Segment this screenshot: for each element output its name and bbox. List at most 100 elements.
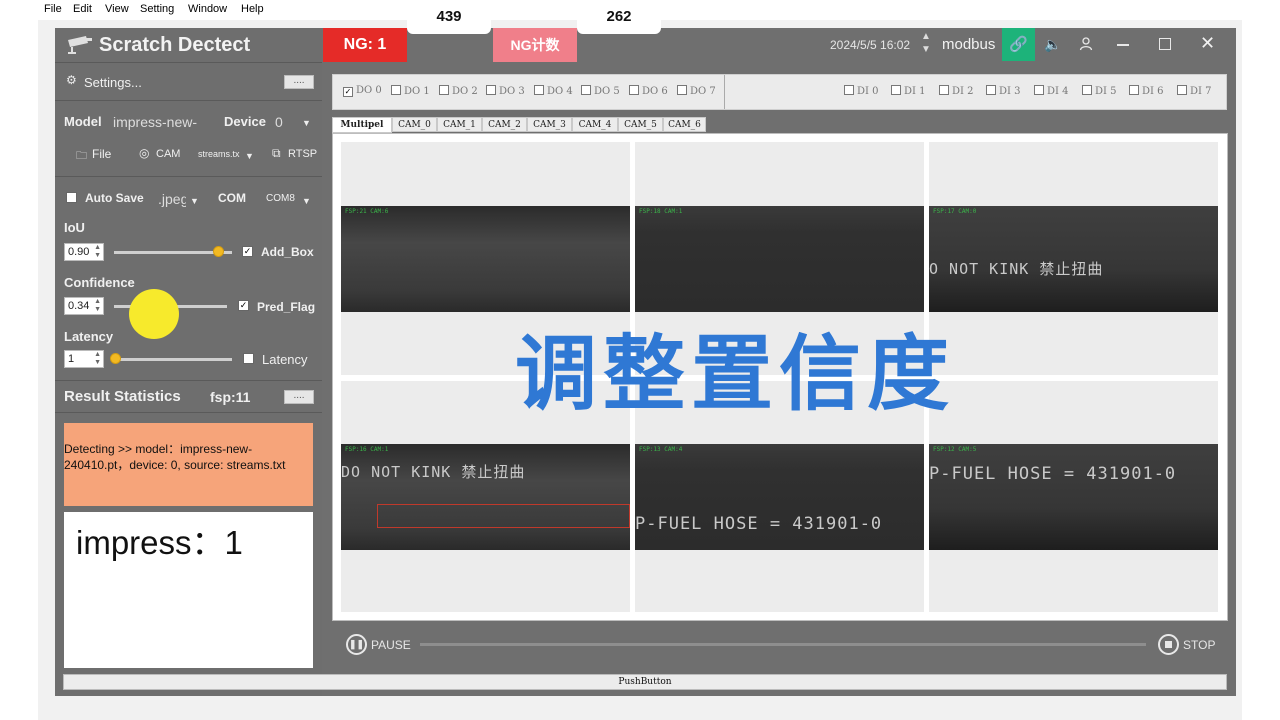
- tab-cam_1[interactable]: CAM_1: [437, 117, 482, 132]
- user-icon[interactable]: [1079, 37, 1093, 51]
- minimize-icon[interactable]: [1117, 44, 1129, 46]
- di-checkbox-1[interactable]: DI 1: [891, 85, 926, 97]
- checkbox-icon[interactable]: [534, 85, 544, 95]
- menu-help[interactable]: Help: [241, 3, 264, 15]
- chevron-down-icon[interactable]: ▼: [190, 196, 199, 206]
- divider: [55, 100, 322, 101]
- checkbox-icon[interactable]: [439, 85, 449, 95]
- latency-slider-track[interactable]: [114, 358, 232, 361]
- spin-arrows-icon[interactable]: ▲ ▼: [94, 298, 101, 314]
- do-checkbox-5[interactable]: DO 5: [581, 85, 620, 97]
- pred-flag-checkbox[interactable]: ✓: [238, 300, 249, 311]
- link-icon[interactable]: 🔗: [1002, 28, 1035, 61]
- stats-more-button[interactable]: ....: [284, 390, 314, 404]
- di-checkbox-7[interactable]: DI 7: [1177, 85, 1212, 97]
- checkbox-icon[interactable]: [939, 85, 949, 95]
- checkbox-icon[interactable]: [844, 85, 854, 95]
- latency-spinbox[interactable]: 1 ▲ ▼: [64, 350, 104, 368]
- di-checkbox-0[interactable]: DI 0: [844, 85, 879, 97]
- do-checkbox-0[interactable]: ✓ DO 0: [343, 85, 382, 97]
- di-checkbox-6[interactable]: DI 6: [1129, 85, 1164, 97]
- menu-window[interactable]: Window: [188, 3, 227, 15]
- latency-slider-handle[interactable]: [110, 353, 121, 364]
- status-message: Detecting >> model：impress-new-240410.pt…: [64, 423, 313, 506]
- streams-select[interactable]: streams.tx: [198, 149, 242, 159]
- auto-save-checkbox[interactable]: [66, 192, 77, 203]
- confidence-label: Confidence: [64, 275, 135, 290]
- do-checkbox-3[interactable]: DO 3: [486, 85, 525, 97]
- cam-source-button[interactable]: CAM: [156, 148, 180, 160]
- add-box-label: Add_Box: [261, 245, 314, 259]
- do-checkbox-1[interactable]: DO 1: [391, 85, 430, 97]
- restore-icon[interactable]: [1159, 38, 1171, 50]
- latency-checkbox[interactable]: [243, 353, 254, 364]
- pred-flag-label: Pred_Flag: [257, 300, 316, 314]
- checkbox-icon[interactable]: ✓: [343, 87, 353, 97]
- checkbox-icon[interactable]: [986, 85, 996, 95]
- progress-track[interactable]: [420, 643, 1146, 646]
- tab-cam_4[interactable]: CAM_4: [572, 117, 618, 132]
- camera-feed: FSP:12 CAM:5 P-FUEL HOSE = 431901-0: [929, 444, 1218, 550]
- chevron-down-icon[interactable]: ▼: [245, 151, 254, 161]
- stop-icon[interactable]: [1158, 634, 1179, 655]
- menu-setting[interactable]: Setting: [140, 3, 174, 15]
- camera-hud: FSP:18 CAM:1: [639, 208, 683, 215]
- iou-slider-handle[interactable]: [213, 246, 224, 257]
- menu-file[interactable]: File: [44, 3, 62, 15]
- tab-cam_5[interactable]: CAM_5: [618, 117, 663, 132]
- com-select[interactable]: COM8: [266, 193, 295, 204]
- add-box-checkbox[interactable]: ✓: [242, 246, 253, 257]
- tab-cam_6[interactable]: CAM_6: [663, 117, 706, 132]
- stop-button[interactable]: STOP: [1183, 638, 1215, 652]
- model-select[interactable]: impress-new-: [113, 114, 197, 130]
- checkbox-icon[interactable]: [1034, 85, 1044, 95]
- do-checkbox-7[interactable]: DO 7: [677, 85, 716, 97]
- iou-spinbox[interactable]: 0.90 ▲ ▼: [64, 243, 104, 261]
- checkbox-icon[interactable]: [391, 85, 401, 95]
- pause-icon[interactable]: ❚❚: [346, 634, 367, 655]
- tab-cam_0[interactable]: CAM_0: [392, 117, 437, 132]
- device-select[interactable]: 0: [275, 114, 283, 130]
- checkbox-icon[interactable]: [1129, 85, 1139, 95]
- format-select[interactable]: .jpeg: [158, 191, 186, 207]
- do-checkbox-6[interactable]: DO 6: [629, 85, 668, 97]
- divider: [55, 412, 322, 413]
- tab-multipel[interactable]: Multipel: [332, 117, 392, 133]
- tab-cam_2[interactable]: CAM_2: [482, 117, 527, 132]
- io-bar: ✓ DO 0 DO 1 DO 2 DO 3 DO 4 DO 5 DO 6 DO 7 DI 0 DI …: [332, 74, 1227, 110]
- confidence-spinbox[interactable]: 0.34 ▲ ▼: [64, 297, 104, 315]
- latency-value: 1: [68, 353, 75, 365]
- file-source-button[interactable]: File: [92, 147, 111, 161]
- di-checkbox-3[interactable]: DI 3: [986, 85, 1021, 97]
- settings-label[interactable]: Settings...: [84, 75, 142, 90]
- checkbox-icon[interactable]: [1082, 85, 1092, 95]
- menu-edit[interactable]: Edit: [73, 3, 92, 15]
- di-checkbox-5[interactable]: DI 5: [1082, 85, 1117, 97]
- push-button[interactable]: PushButton: [63, 674, 1227, 690]
- divider: [55, 62, 322, 63]
- settings-more-button[interactable]: ....: [284, 75, 314, 89]
- chevron-down-icon[interactable]: ▼: [302, 196, 311, 206]
- cursor-highlight: [129, 289, 179, 339]
- di-checkbox-2[interactable]: DI 2: [939, 85, 974, 97]
- speaker-icon[interactable]: 🔈: [1044, 36, 1061, 53]
- chevron-down-icon[interactable]: ▼: [302, 118, 311, 128]
- tab-cam_3[interactable]: CAM_3: [527, 117, 572, 132]
- do-checkbox-4[interactable]: DO 4: [534, 85, 573, 97]
- close-icon[interactable]: ✕: [1200, 33, 1215, 54]
- do-checkbox-2[interactable]: DO 2: [439, 85, 478, 97]
- sort-arrows-icon[interactable]: ▲ ▼: [921, 30, 931, 56]
- checkbox-icon[interactable]: [891, 85, 901, 95]
- pause-button[interactable]: PAUSE: [371, 638, 411, 652]
- di-checkbox-4[interactable]: DI 4: [1034, 85, 1069, 97]
- spin-arrows-icon[interactable]: ▲ ▼: [94, 244, 101, 260]
- checkbox-icon[interactable]: [677, 85, 687, 95]
- checkbox-icon[interactable]: [486, 85, 496, 95]
- rtsp-source-button[interactable]: RTSP: [288, 148, 317, 160]
- spin-arrows-icon[interactable]: ▲ ▼: [94, 351, 101, 367]
- menu-view[interactable]: View: [105, 3, 129, 15]
- checkbox-icon[interactable]: [1177, 85, 1187, 95]
- device-label: Device: [224, 114, 266, 129]
- checkbox-icon[interactable]: [581, 85, 591, 95]
- checkbox-icon[interactable]: [629, 85, 639, 95]
